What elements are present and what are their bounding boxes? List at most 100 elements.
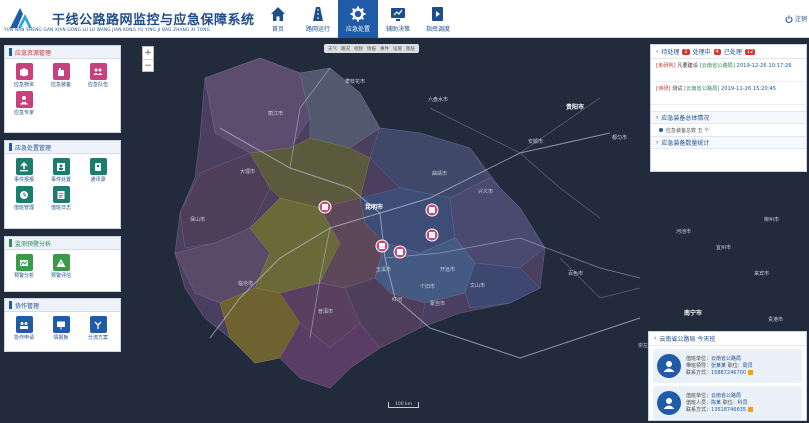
event-status-bar: ‹ 待处理 2 处理中 4 已处理 12 [651,45,806,59]
panel-header: 应急处置管理 [5,141,120,154]
toolbar-weather[interactable]: 天气 [328,46,337,52]
map-scale: 100 km [388,402,420,408]
avatar [657,391,681,415]
panel-title: 监测预警分析 [15,240,52,248]
warning-analysis-icon [15,254,33,271]
event-marker[interactable] [393,245,407,259]
resource-panel: 应急资源管理 应急物资 应急装备 应急队伍 应急专家 [4,45,121,133]
event-marker[interactable] [425,228,439,242]
duty-phone[interactable]: 13518746635 [711,407,746,413]
nav-road-operation[interactable]: 路网运行 [298,0,338,38]
user-icon [663,361,675,372]
handle-icon [52,158,70,175]
toolbar-traffic[interactable]: 路况 [341,46,350,52]
nav-decision[interactable]: 辅助决策 [378,0,418,38]
nav-home[interactable]: 首页 [258,0,298,38]
supplies-icon [15,63,33,80]
app-title: 干线公路路网监控与应急保障系统 [52,13,255,28]
decision-icon [391,7,405,21]
tile-info-board[interactable]: 情报板 [45,316,77,341]
tile-equipment[interactable]: 应急装备 [45,63,77,88]
phone-icon[interactable] [748,369,754,375]
toolbar-layer[interactable]: 图层 [406,46,415,52]
tile-supplies[interactable]: 应急物资 [8,63,40,88]
status-processing-count: 4 [713,48,721,55]
toolbar-facility[interactable]: 设施 [393,46,402,52]
equip-overview-header[interactable]: › 应急装备总体情况 [651,111,806,124]
zoom-control: + − [142,46,154,72]
chevron-left-icon[interactable]: ‹ [654,335,656,342]
power-icon [785,15,793,23]
duty-icon [15,186,33,203]
city-label: 百色市 [568,271,584,277]
nav-dispatch[interactable]: 指挥调度 [418,0,458,38]
zoom-in-button[interactable]: + [143,47,153,59]
duty-info: 值班单位：云南省公路局 值班人员：陈某 职位：科员 联系方式：135187466… [686,393,754,414]
equip-overview-row: 应急装备总数 五 个 [651,124,806,136]
tile-duty-manage[interactable]: 值班管理 [8,186,40,211]
nav-emergency[interactable]: 应急处置 [338,0,378,38]
report-icon [15,158,33,175]
city-label: 个旧市 [420,284,436,290]
tile-event-report[interactable]: 事件报报 [8,158,40,183]
status-pending-label[interactable]: 待处理 [661,47,679,56]
equip-overview-title: 应急装备总体情况 [661,115,710,122]
chevron-down-icon: › [656,114,659,121]
zoom-out-button[interactable]: − [143,59,153,71]
tile-diversion[interactable]: 分流方案 [82,316,114,341]
equip-overview-text: 应急装备总数 五 个 [666,127,710,134]
chevron-right-icon: › [656,139,659,146]
equip-stats-header[interactable]: › 应急装备数量统计 [651,136,806,149]
city-label: 丽江市 [268,111,284,117]
city-label: 曲靖市 [432,171,448,177]
tile-contacts[interactable]: 通讯录 [82,158,114,183]
tile-collab-apply[interactable]: 协作申请 [8,316,40,341]
main-nav: 首页 路网运行 应急处置 辅助决策 指挥调度 [258,0,458,38]
nav-road-operation-label: 路网运行 [305,25,330,33]
chevron-left-icon[interactable]: ‹ [656,48,658,55]
tile-event-handle[interactable]: 事件处置 [45,158,77,183]
tile-expert[interactable]: 应急专家 [8,91,40,116]
toolbar-info[interactable]: 情报 [367,46,376,52]
bullet-icon [659,128,663,132]
tile-duty-log[interactable]: 值班日志 [45,186,77,211]
city-label: 昆明市 [365,204,384,211]
duty-card: 值班单位：云南省公路局 带班领导：张某某 职位：局员 联系方式：15887246… [653,349,802,383]
logout-button[interactable]: 注销 [785,14,807,23]
diversion-icon [89,316,107,333]
city-label: 文山市 [470,283,486,289]
tile-warning-assess[interactable]: 预警评估 [45,254,77,279]
gear-icon [350,6,366,21]
equip-stats-title: 应急装备数量统计 [661,140,710,147]
equipment-icon [52,63,70,80]
panel-header: 监测预警分析 [5,237,120,250]
contacts-icon [89,158,107,175]
phone-icon[interactable] [748,406,754,412]
team-icon [89,63,107,80]
duty-info: 值班单位：云南省公路局 带班领导：张某某 职位：局员 联系方式：15887246… [686,355,754,376]
toolbar-event[interactable]: 事件 [380,46,389,52]
duty-title: 云南省公路局 今天班 [659,336,716,343]
city-label: 柳州市 [764,217,780,223]
city-label: 宜州市 [716,245,732,251]
event-marker[interactable] [425,203,439,217]
app-header: 干线公路路网监控与应急保障系统 YUN NAN SHENG GAN XIAN G… [0,0,809,38]
event-item[interactable]: [待研] 测试 [云南省公路局] 2019-11-26 15:20:45 [651,82,806,105]
event-marker[interactable] [318,200,332,214]
event-item[interactable]: [未研判] 凡要建设 [云南省公路局] 2019-12-26 10:17:26 [651,59,806,82]
board-icon [52,316,70,333]
panel-title: 应急处置管理 [15,144,52,152]
duty-card: 值班单位：云南省公路局 值班人员：陈某 职位：科员 联系方式：135187466… [653,386,802,420]
tile-team[interactable]: 应急队伍 [82,63,114,88]
warning-panel: 监测预警分析 预警分析 预警评估 [4,236,121,292]
toolbar-video[interactable]: 视频 [354,46,363,52]
event-marker[interactable] [375,239,389,253]
status-done-label[interactable]: 已处理 [724,47,742,56]
status-processing-label[interactable]: 处理中 [693,47,711,56]
duty-phone[interactable]: 15887246700 [711,370,746,376]
tile-warning-analysis[interactable]: 预警分析 [8,254,40,279]
app-subtitle: YUN NAN SHENG GAN XIAN GONG LU LU WANG J… [4,27,211,32]
user-icon [663,398,675,409]
road-icon [313,6,323,21]
city-label: 红河 [392,297,403,303]
